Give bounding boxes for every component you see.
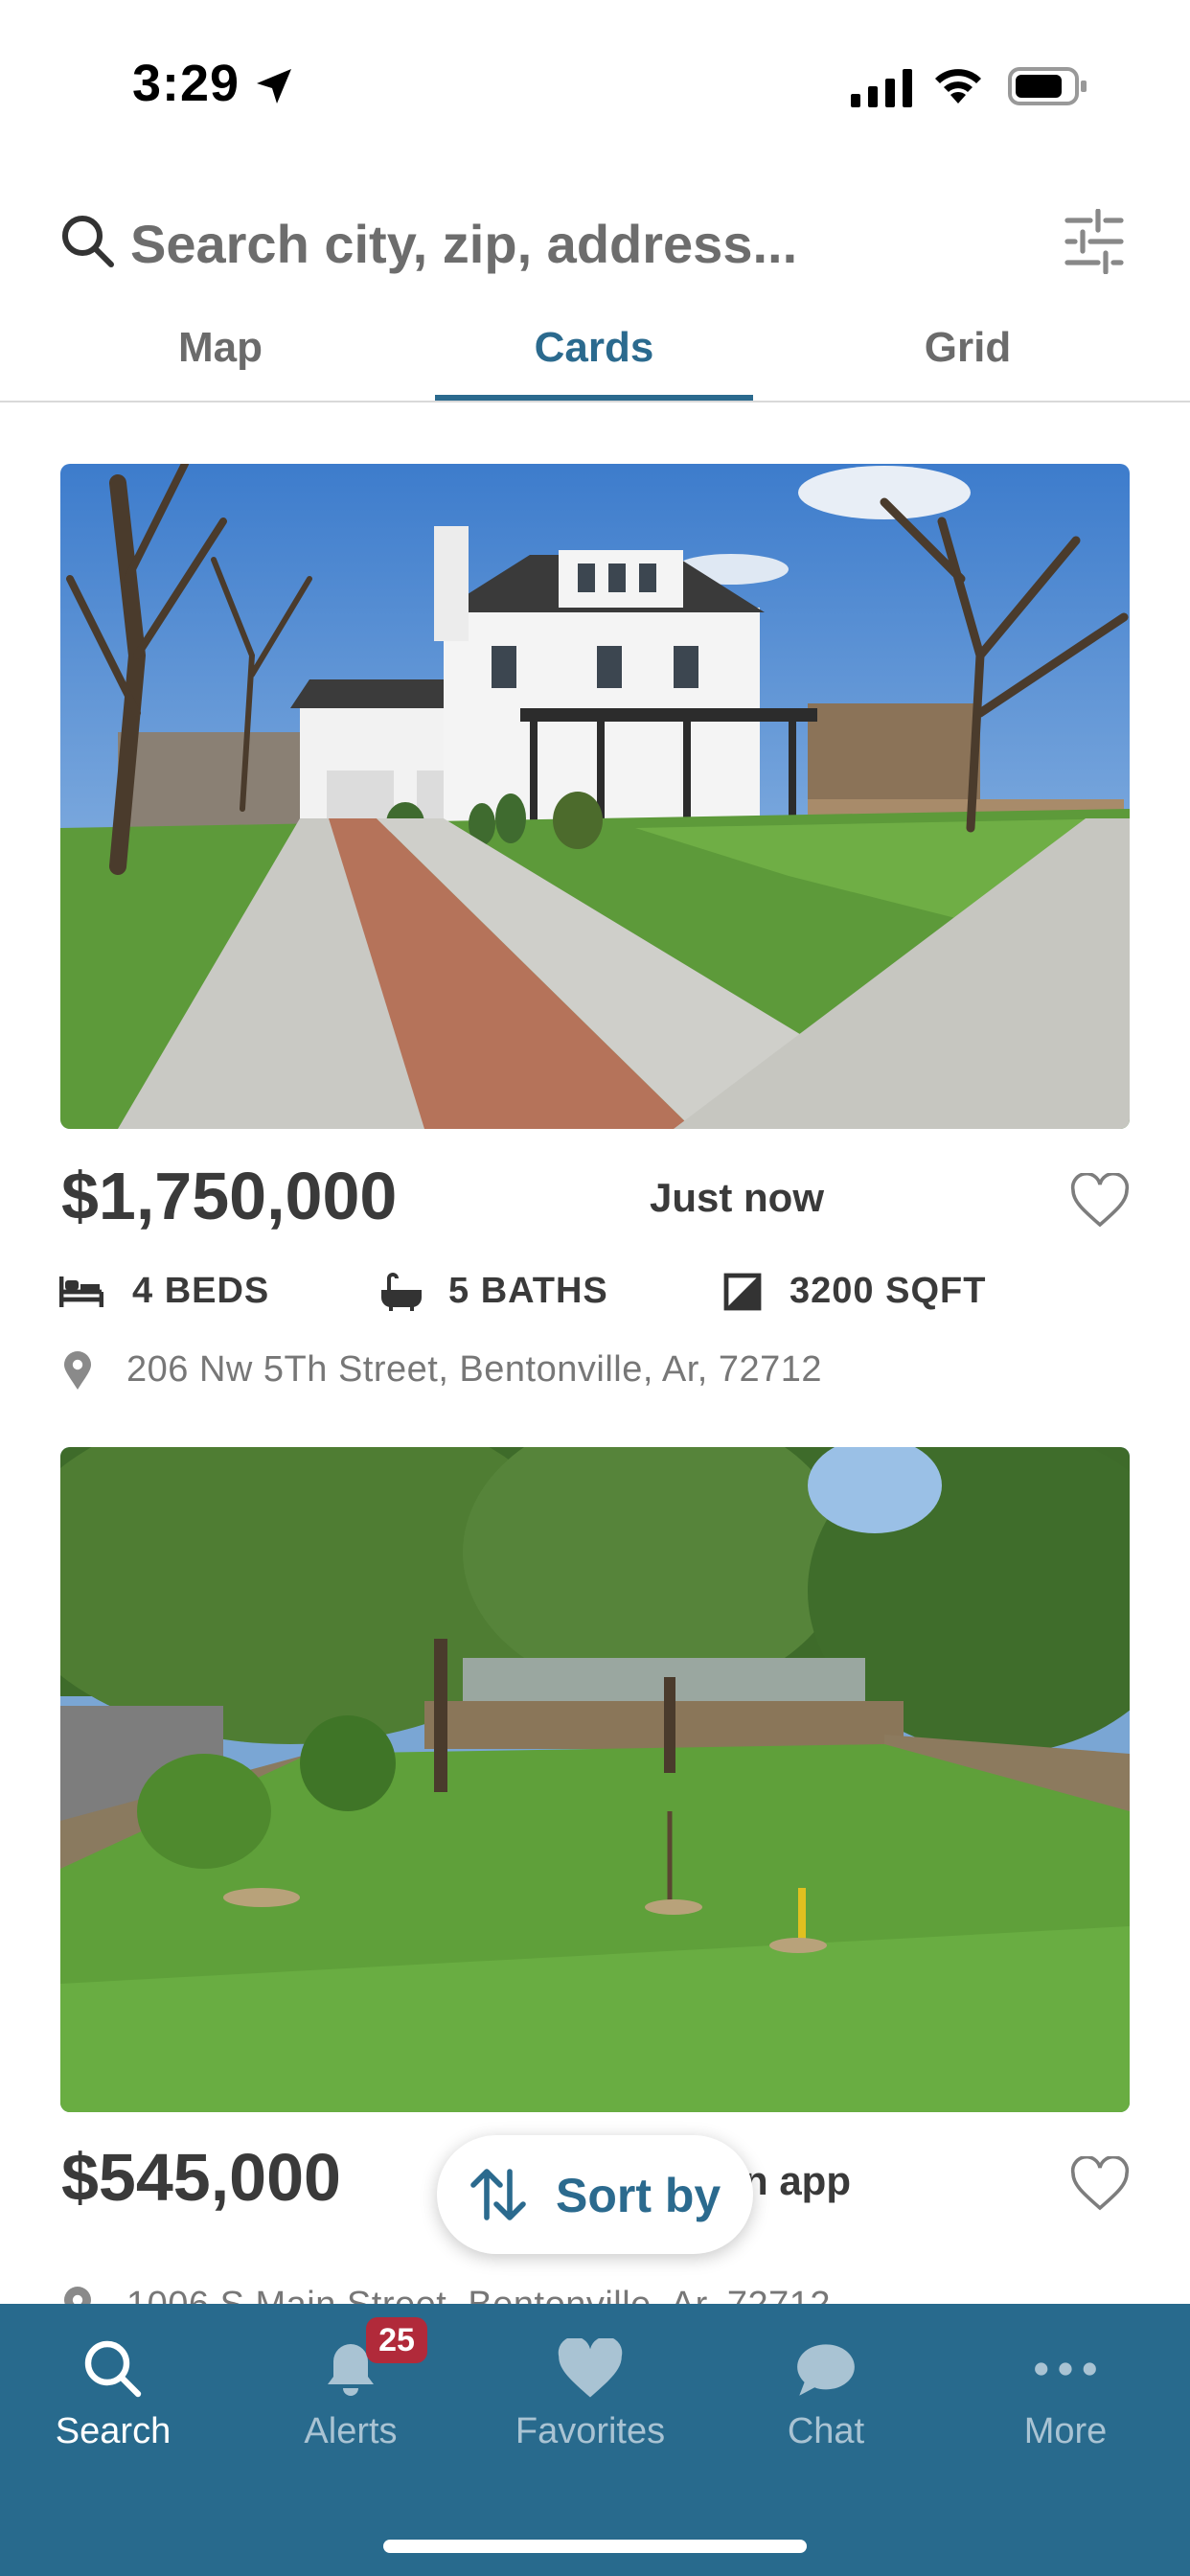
listing-photo[interactable] bbox=[60, 464, 1130, 1129]
heart-icon bbox=[558, 2338, 623, 2398]
chat-bubble-icon bbox=[797, 2344, 855, 2396]
house-photo-image bbox=[60, 464, 1130, 1129]
nav-chat[interactable]: Chat bbox=[711, 2304, 941, 2496]
nav-alerts-label: Alerts bbox=[304, 2411, 398, 2451]
beds-count: 4 BEDS bbox=[132, 1271, 270, 1311]
more-dots-icon bbox=[1035, 2362, 1096, 2376]
nav-chat-label: Chat bbox=[787, 2411, 865, 2451]
search-bar bbox=[0, 201, 1190, 297]
listed-time: Just now bbox=[650, 1175, 825, 1220]
wifi-icon bbox=[935, 69, 981, 104]
sqft-value: 3200 SQFT bbox=[790, 1271, 987, 1311]
listed-time: n app bbox=[744, 2158, 851, 2203]
nav-alerts[interactable]: 25 Alerts bbox=[236, 2304, 466, 2496]
search-input[interactable] bbox=[130, 205, 993, 282]
tab-cards[interactable]: Cards bbox=[435, 324, 753, 372]
favorite-heart-icon[interactable] bbox=[1069, 2156, 1131, 2212]
view-tabs: Map Cards Grid bbox=[0, 307, 1190, 402]
sort-arrows-icon bbox=[470, 2169, 526, 2220]
nav-more[interactable]: More bbox=[950, 2304, 1180, 2496]
nav-favorites[interactable]: Favorites bbox=[475, 2304, 705, 2496]
listing-address-row: 206 Nw 5Th Street, Bentonville, Ar, 7271… bbox=[0, 1346, 1190, 1403]
baths-count: 5 BATHS bbox=[448, 1271, 608, 1311]
tab-map[interactable]: Map bbox=[125, 324, 316, 372]
listing-address: 206 Nw 5Th Street, Bentonville, Ar, 7271… bbox=[126, 1349, 823, 1390]
active-tab-indicator bbox=[435, 395, 753, 401]
battery-icon bbox=[1008, 67, 1087, 105]
search-icon bbox=[84, 2340, 142, 2398]
sort-by-label: Sort by bbox=[556, 2169, 721, 2222]
sort-by-button[interactable]: Sort by bbox=[437, 2135, 753, 2254]
home-indicator[interactable] bbox=[383, 2540, 807, 2553]
tab-grid[interactable]: Grid bbox=[872, 324, 1064, 372]
lot-photo-image bbox=[60, 1447, 1130, 2112]
status-bar: 3:29 bbox=[0, 0, 1190, 163]
nav-favorites-label: Favorites bbox=[515, 2411, 666, 2451]
listing-photo[interactable] bbox=[60, 1447, 1130, 2112]
listing-price: $1,750,000 bbox=[61, 1159, 398, 1233]
nav-search-label: Search bbox=[55, 2411, 172, 2451]
favorite-heart-icon[interactable] bbox=[1069, 1173, 1131, 1229]
search-icon bbox=[62, 216, 114, 267]
location-pin-icon bbox=[64, 1351, 91, 1390]
status-time: 3:29 bbox=[132, 55, 240, 112]
listing-price: $545,000 bbox=[61, 2140, 341, 2215]
alerts-badge: 25 bbox=[366, 2317, 427, 2363]
listing-facts: 4 BEDS 5 BATHS 3200 SQFT bbox=[0, 1265, 1190, 1322]
bed-icon bbox=[59, 1276, 103, 1307]
bathtub-icon bbox=[381, 1273, 422, 1311]
location-arrow-icon bbox=[257, 69, 291, 104]
filter-sliders-icon[interactable] bbox=[1064, 209, 1125, 274]
cellular-signal-icon bbox=[851, 69, 912, 107]
nav-more-label: More bbox=[1023, 2411, 1108, 2451]
bottom-navigation: Search 25 Alerts Favorites Chat More bbox=[0, 2304, 1190, 2576]
square-footage-icon bbox=[723, 1273, 762, 1311]
nav-search[interactable]: Search bbox=[0, 2304, 228, 2496]
